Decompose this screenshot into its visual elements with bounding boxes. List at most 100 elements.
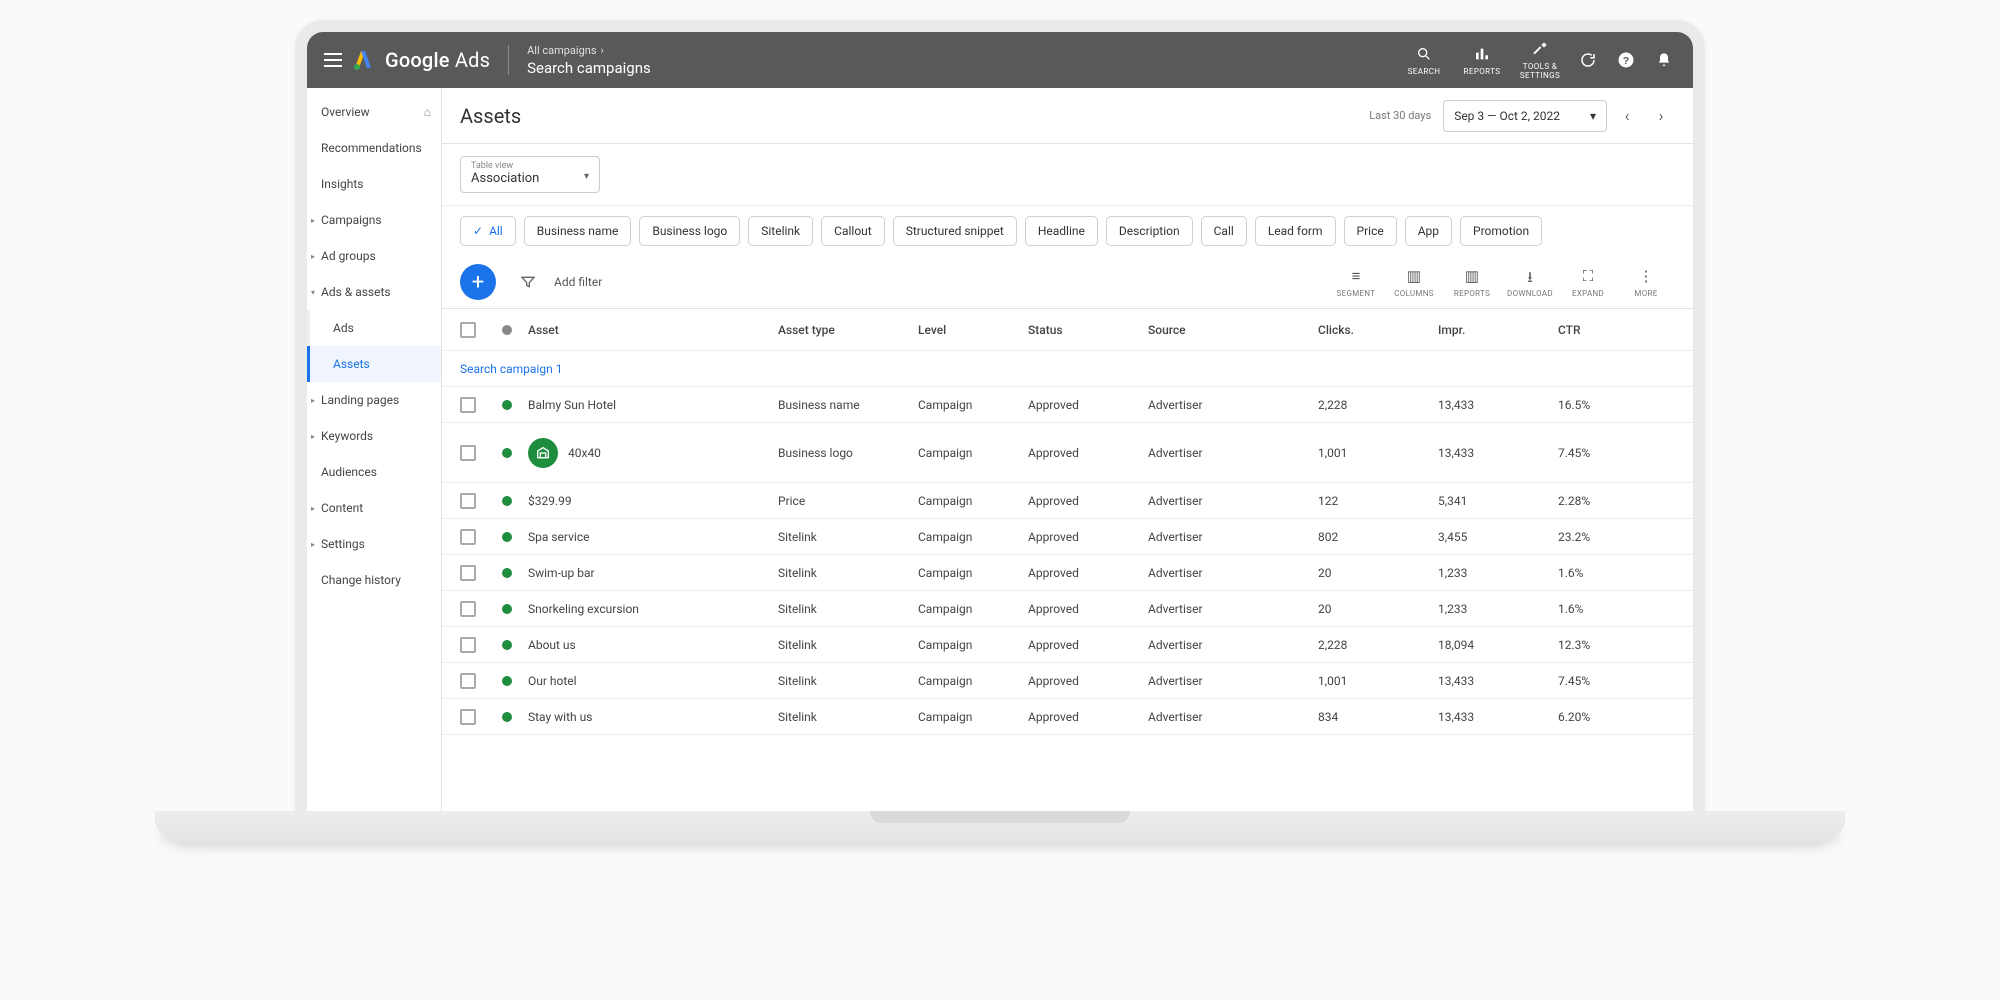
segment-button[interactable]: ≡SEGMENT [1327, 267, 1385, 298]
col-type[interactable]: Asset type [778, 323, 918, 337]
sidebar-item-settings[interactable]: ▸Settings [307, 526, 441, 562]
sidebar-item-keywords[interactable]: ▸Keywords [307, 418, 441, 454]
table-row[interactable]: $329.99PriceCampaignApprovedAdvertiser12… [442, 483, 1693, 519]
status-dot-icon [502, 496, 512, 506]
campaign-group-row[interactable]: Search campaign 1 [442, 351, 1693, 387]
row-checkbox[interactable] [460, 673, 476, 689]
date-range-dropdown[interactable]: Sep 3 — Oct 2, 2022 ▾ [1443, 100, 1607, 132]
cell-impr: 5,341 [1438, 494, 1558, 508]
asset-name: Snorkeling excursion [528, 602, 778, 616]
chip-headline[interactable]: Headline [1025, 216, 1098, 246]
sidebar-item-recommendations[interactable]: Recommendations [307, 130, 441, 166]
chip-description[interactable]: Description [1106, 216, 1193, 246]
chip-business-logo[interactable]: Business logo [639, 216, 740, 246]
sidebar-item-overview[interactable]: Overview⌂ [307, 94, 441, 130]
table-view-select[interactable]: Table view Association ▾ [460, 156, 600, 193]
row-checkbox[interactable] [460, 709, 476, 725]
select-all-checkbox[interactable] [460, 322, 476, 338]
row-checkbox[interactable] [460, 601, 476, 617]
brand-text: Google Ads [385, 48, 490, 72]
date-prev-button[interactable]: ‹ [1613, 102, 1641, 130]
cell-level: Campaign [918, 494, 1028, 508]
asset-name: Swim-up bar [528, 566, 778, 580]
sidebar-item-ads-assets[interactable]: ▾Ads & assets [307, 274, 441, 310]
filter-icon[interactable] [512, 274, 544, 290]
chip-promotion[interactable]: Promotion [1460, 216, 1542, 246]
cell-level: Campaign [918, 530, 1028, 544]
sidebar-item-change-history[interactable]: Change history [307, 562, 441, 598]
expand-button[interactable]: ⛶EXPAND [1559, 267, 1617, 298]
row-checkbox[interactable] [460, 637, 476, 653]
tools-settings-button[interactable]: TOOLS & SETTINGS [1513, 40, 1567, 80]
table-row[interactable]: Stay with usSitelinkCampaignApprovedAdve… [442, 699, 1693, 735]
cell-ctr: 16.5% [1558, 398, 1675, 412]
sidebar-item-label: Insights [321, 177, 363, 191]
assets-table: Asset Asset type Level Status Source Cli… [442, 308, 1693, 812]
chip-label: Price [1357, 224, 1384, 238]
reports-button[interactable]: REPORTS [1455, 45, 1509, 76]
chip-all[interactable]: ✓All [460, 216, 516, 246]
sidebar-item-landing-pages[interactable]: ▸Landing pages [307, 382, 441, 418]
table-row[interactable]: About usSitelinkCampaignApprovedAdvertis… [442, 627, 1693, 663]
add-asset-button[interactable]: + [460, 264, 496, 300]
asset-name: $329.99 [528, 494, 778, 508]
asset-name: About us [528, 638, 778, 652]
sidebar-item-ads[interactable]: Ads [307, 310, 441, 346]
chip-app[interactable]: App [1405, 216, 1452, 246]
columns-button[interactable]: ▥COLUMNS [1385, 267, 1443, 298]
chip-sitelink[interactable]: Sitelink [748, 216, 813, 246]
sidebar-item-insights[interactable]: Insights [307, 166, 441, 202]
chart-icon: ▥ [1465, 267, 1479, 285]
row-checkbox[interactable] [460, 529, 476, 545]
download-button[interactable]: ⭳DOWNLOAD [1501, 267, 1559, 298]
chip-lead-form[interactable]: Lead form [1255, 216, 1336, 246]
col-status[interactable]: Status [1028, 323, 1148, 337]
table-row[interactable]: Balmy Sun HotelBusiness nameCampaignAppr… [442, 387, 1693, 423]
sidebar-item-content[interactable]: ▸Content [307, 490, 441, 526]
col-impr[interactable]: Impr. [1438, 323, 1558, 337]
columns-icon: ▥ [1407, 267, 1421, 285]
help-button[interactable]: ? [1609, 43, 1643, 77]
cell-impr: 1,233 [1438, 566, 1558, 580]
table-row[interactable]: Swim-up barSitelinkCampaignApprovedAdver… [442, 555, 1693, 591]
add-filter-button[interactable]: Add filter [554, 275, 602, 289]
sidebar-item-campaigns[interactable]: ▸Campaigns [307, 202, 441, 238]
chip-business-name[interactable]: Business name [524, 216, 632, 246]
refresh-button[interactable] [1571, 43, 1605, 77]
chip-call[interactable]: Call [1201, 216, 1247, 246]
notifications-button[interactable] [1647, 43, 1681, 77]
table-row[interactable]: Spa serviceSitelinkCampaignApprovedAdver… [442, 519, 1693, 555]
caret-right-icon: ▸ [311, 396, 315, 405]
status-dot-icon [502, 532, 512, 542]
row-checkbox[interactable] [460, 445, 476, 461]
cell-status: Approved [1028, 446, 1148, 460]
date-next-button[interactable]: › [1647, 102, 1675, 130]
col-ctr[interactable]: CTR [1558, 323, 1675, 337]
menu-icon[interactable] [319, 53, 347, 67]
page-title: Assets [460, 104, 521, 128]
chip-callout[interactable]: Callout [821, 216, 885, 246]
table-row[interactable]: Our hotelSitelinkCampaignApprovedAdverti… [442, 663, 1693, 699]
sidebar-item-audiences[interactable]: Audiences [307, 454, 441, 490]
cell-status: Approved [1028, 710, 1148, 724]
row-checkbox[interactable] [460, 397, 476, 413]
sidebar-item-assets[interactable]: Assets [307, 346, 441, 382]
breadcrumb[interactable]: All campaigns › Search campaigns [527, 44, 651, 77]
table-row[interactable]: Snorkeling excursionSitelinkCampaignAppr… [442, 591, 1693, 627]
row-checkbox[interactable] [460, 565, 476, 581]
search-button[interactable]: SEARCH [1397, 45, 1451, 76]
chip-price[interactable]: Price [1344, 216, 1397, 246]
col-source[interactable]: Source [1148, 323, 1318, 337]
chip-structured-snippet[interactable]: Structured snippet [893, 216, 1017, 246]
col-clicks[interactable]: Clicks. [1318, 323, 1438, 337]
more-button[interactable]: ⋮MORE [1617, 267, 1675, 298]
cell-clicks: 2,228 [1318, 398, 1438, 412]
reports-tb-button[interactable]: ▥REPORTS [1443, 267, 1501, 298]
row-checkbox[interactable] [460, 493, 476, 509]
col-asset[interactable]: Asset [528, 323, 778, 337]
table-row[interactable]: 40x40Business logoCampaignApprovedAdvert… [442, 423, 1693, 483]
col-level[interactable]: Level [918, 323, 1028, 337]
sidebar-item-ad-groups[interactable]: ▸Ad groups [307, 238, 441, 274]
logo[interactable]: Google Ads [351, 48, 490, 72]
cell-source: Advertiser [1148, 446, 1318, 460]
